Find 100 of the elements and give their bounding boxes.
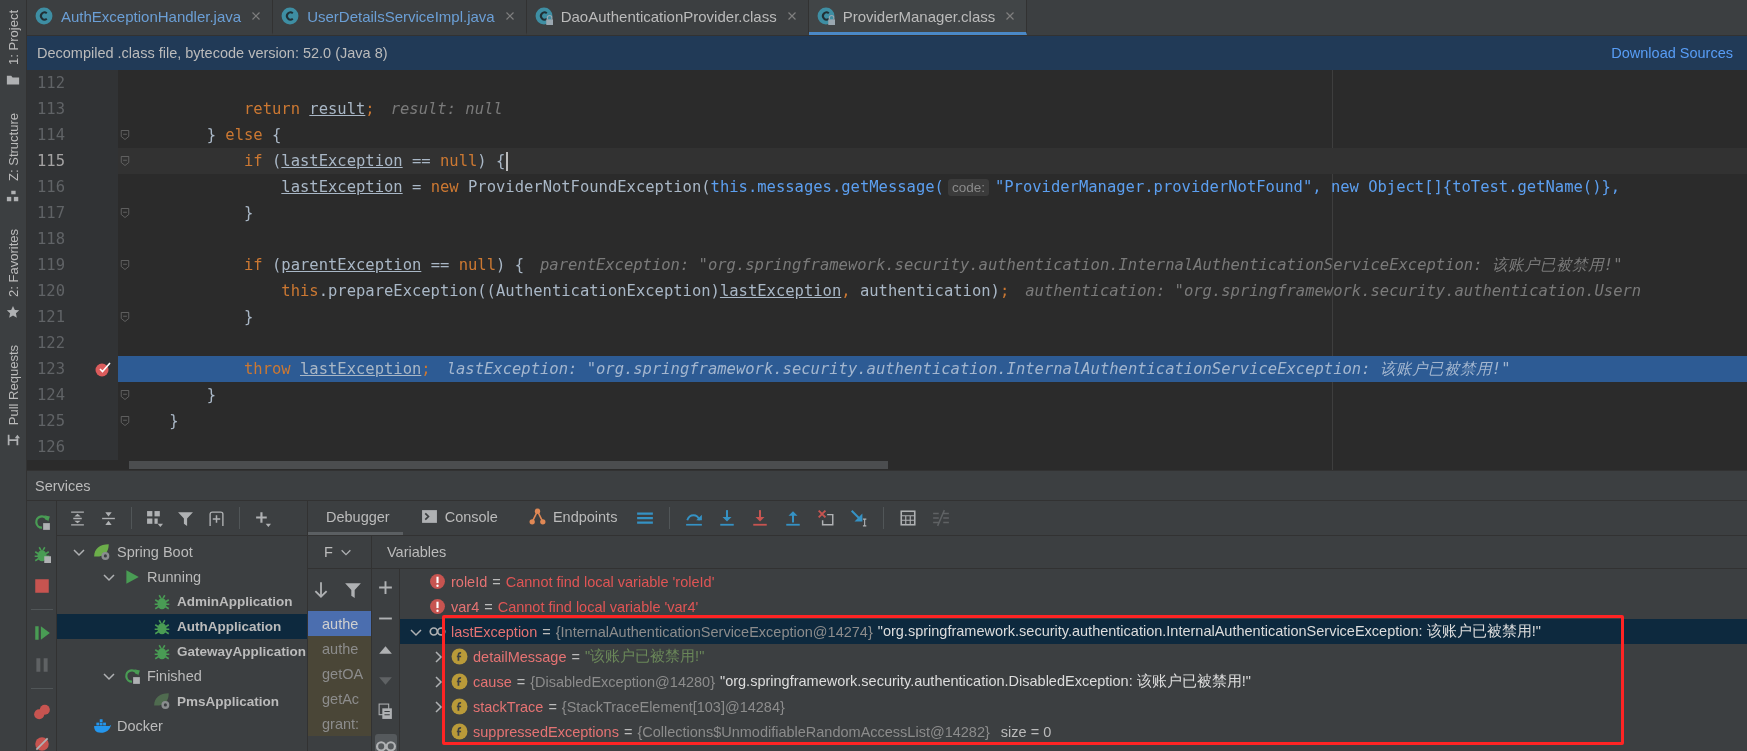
- class-file-icon: [35, 7, 53, 25]
- variable-row[interactable]: roleId = Cannot find local variable 'roleId': [400, 569, 1747, 594]
- service-label: Spring Boot: [117, 544, 193, 561]
- fold-marker-icon[interactable]: [119, 129, 131, 141]
- inline-value-hint: result: null: [390, 100, 503, 118]
- filter-icon[interactable]: [177, 509, 194, 527]
- list-icon[interactable]: [636, 509, 655, 527]
- fold-marker-icon[interactable]: [119, 389, 131, 401]
- glasses-icon[interactable]: [374, 734, 397, 751]
- plus-icon[interactable]: [377, 579, 394, 596]
- editor-tab[interactable]: AuthExceptionHandler.java: [27, 0, 274, 35]
- service-label: Finished: [147, 668, 202, 685]
- assignment-operator: =: [548, 698, 557, 715]
- debugger-tab[interactable]: Debugger: [308, 501, 403, 535]
- tree-row[interactable]: GatewayApplication: [57, 639, 307, 664]
- code-text: }: [169, 412, 179, 430]
- locked-class-file-icon: [816, 7, 835, 25]
- spring-leaf-icon: [93, 543, 111, 562]
- tree-row[interactable]: PmsApplication: [57, 688, 307, 714]
- frame-item[interactable]: authe: [308, 636, 371, 661]
- drop-frame-icon[interactable]: [817, 509, 836, 527]
- frame-item[interactable]: authe: [308, 611, 371, 636]
- code-text: "ProviderManager.providerNotFound", new Object[]{toTest.getName()},: [994, 178, 1621, 196]
- code-text: } else {: [206, 126, 282, 144]
- pull-request-icon[interactable]: [6, 433, 20, 447]
- debugger-tab[interactable]: Console: [402, 501, 511, 535]
- frame-item[interactable]: getAc: [308, 686, 371, 711]
- tool-window-button[interactable]: 1: Project: [5, 10, 21, 65]
- tree-row[interactable]: Spring Boot: [57, 540, 307, 565]
- tool-window-button[interactable]: Pull Requests: [5, 344, 21, 425]
- tool-window-button[interactable]: 2: Favorites: [5, 228, 21, 297]
- error-icon: [429, 598, 446, 615]
- editor-tab[interactable]: ProviderManager.class: [808, 0, 1028, 35]
- variable-row[interactable]: detailMessage = "该账户已被禁用!": [400, 644, 1747, 669]
- code-text: if (lastException == null) {: [244, 152, 506, 170]
- tree-row[interactable]: AdminApplication: [57, 589, 307, 615]
- collapse-all-icon[interactable]: [100, 509, 117, 527]
- force-step-into-icon[interactable]: [751, 509, 770, 527]
- assignment-operator: =: [623, 723, 633, 740]
- editor-tab[interactable]: UserDetailsServiceImpl.java: [273, 0, 527, 35]
- mute-breakpoints-icon[interactable]: [32, 735, 51, 751]
- bug-icon: [153, 593, 171, 611]
- download-sources-link[interactable]: Download Sources: [1611, 45, 1733, 61]
- variable-name: var4: [451, 598, 480, 615]
- fold-marker-icon[interactable]: [119, 155, 131, 167]
- inline-value-hint: parentException: "org.springframework.security.authentication.InternalAuthenticationServiceException: 该账户已被禁用!": [539, 254, 1623, 276]
- editor-tab[interactable]: DaoAuthenticationProvider.class: [526, 0, 809, 35]
- variable-row[interactable]: lastException = {InternalAuthenticationServiceException@14274} "org.springframework.security.authentication.InternalAuthenticationServiceException: 该账户已被禁用!": [400, 619, 1747, 644]
- frame-item[interactable]: getOA: [308, 661, 371, 686]
- fold-marker-icon[interactable]: [119, 259, 131, 271]
- tool-window-button[interactable]: Z: Structure: [5, 112, 21, 181]
- frame-item[interactable]: grant:: [308, 711, 371, 736]
- frames-title: F: [324, 544, 333, 560]
- step-into-icon[interactable]: [718, 509, 737, 527]
- structure-icon[interactable]: [6, 188, 20, 203]
- code-text: return result;: [244, 100, 375, 118]
- fold-marker-icon[interactable]: [119, 415, 131, 427]
- debugger-tab[interactable]: Endpoints: [510, 501, 631, 535]
- tree-row[interactable]: AuthApplication: [57, 614, 307, 640]
- resume-icon[interactable]: [32, 624, 51, 642]
- breakpoints-icon[interactable]: [32, 703, 51, 721]
- fold-marker-icon[interactable]: [119, 207, 131, 219]
- object-type: {DisabledException@14280}: [530, 673, 715, 690]
- breakpoint-icon[interactable]: [94, 361, 111, 377]
- bug-icon: [153, 642, 171, 661]
- tree-row[interactable]: Finished: [57, 664, 307, 689]
- variable-name: stackTrace: [473, 698, 544, 715]
- variable-row[interactable]: cause = {DisabledException@14280} "org.springframework.security.authentication.DisabledException: 该账户已被禁用!": [400, 669, 1747, 694]
- expand-all-icon[interactable]: [69, 509, 86, 527]
- variable-row[interactable]: suppressedExceptions = {Collections$UnmodifiableRandomAccessList@14282} size = 0: [400, 719, 1747, 744]
- assignment-operator: =: [492, 573, 501, 590]
- line-number: 115: [36, 152, 66, 170]
- bug-icon[interactable]: [32, 545, 51, 563]
- group-icon[interactable]: [146, 509, 163, 527]
- stop-icon[interactable]: [32, 577, 51, 595]
- assignment-operator: =: [571, 648, 580, 665]
- calculator-icon[interactable]: [899, 509, 918, 527]
- field-icon: [451, 723, 468, 740]
- down-arrow-icon[interactable]: [312, 581, 330, 599]
- code-text: lastException = new ProviderNotFoundException(this.messages.getMessage(: [281, 178, 944, 196]
- play-icon: [123, 568, 141, 587]
- code-text: if (parentException == null) {: [244, 256, 524, 274]
- add-icon[interactable]: [254, 509, 271, 527]
- fold-marker-icon[interactable]: [119, 311, 131, 323]
- tree-row[interactable]: Running: [57, 564, 307, 590]
- copy-icon[interactable]: [377, 703, 394, 720]
- error-icon: [429, 573, 446, 590]
- rerun-icon[interactable]: [32, 513, 51, 531]
- horizontal-scrollbar[interactable]: [129, 461, 888, 469]
- variable-row[interactable]: stackTrace = {StackTraceElement[103]@14284}: [400, 694, 1747, 719]
- variable-row[interactable]: var4 = Cannot find local variable 'var4': [400, 594, 1747, 619]
- run-to-cursor-icon[interactable]: [850, 509, 869, 527]
- step-out-icon[interactable]: [784, 509, 803, 527]
- new-tab-icon[interactable]: [208, 509, 225, 527]
- filter-icon[interactable]: [344, 581, 362, 599]
- tree-row[interactable]: Docker: [57, 713, 307, 739]
- star-icon[interactable]: [6, 304, 20, 319]
- variable-value: Cannot find local variable 'var4': [497, 598, 699, 615]
- variable-name: lastException: [451, 623, 538, 640]
- variable-value: "org.springframework.security.authentication.InternalAuthenticationServiceException: 该账户已被禁用!": [877, 622, 1541, 641]
